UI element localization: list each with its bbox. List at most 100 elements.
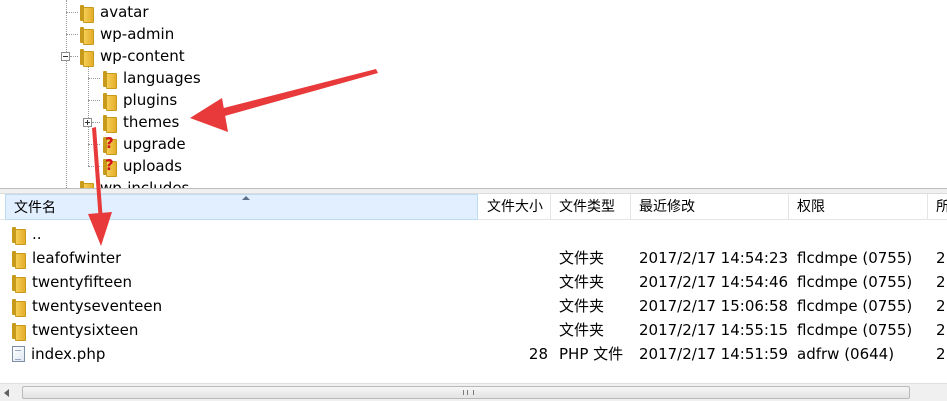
tree-line-root	[66, 0, 67, 188]
tree-item-label: plugins	[123, 91, 178, 109]
folder-icon	[12, 298, 26, 317]
unknown-folder-icon: ?	[103, 156, 117, 177]
folder-icon	[80, 48, 94, 67]
file-type: 文件夹	[559, 321, 605, 339]
file-modified: 2017/2/17 14:54:23	[639, 249, 789, 267]
column-header-owner[interactable]: 所	[928, 194, 947, 220]
file-modified: 2017/2/17 14:55:15	[639, 321, 789, 339]
file-name: ..	[32, 225, 42, 243]
file-permissions: flcdmpe (0755)	[797, 273, 913, 291]
file-owner: 2	[936, 297, 946, 315]
column-header-label: 文件大小	[487, 199, 543, 215]
tree-item-uploads[interactable]: ? uploads	[103, 155, 182, 177]
folder-icon	[12, 226, 26, 245]
file-type: 文件夹	[559, 297, 605, 315]
file-modified: 2017/2/17 15:06:58	[639, 297, 789, 315]
folder-icon	[80, 180, 94, 188]
tree-line-wp-content-children	[88, 66, 89, 166]
file-name: twentyfifteen	[32, 273, 132, 291]
file-permissions: flcdmpe (0755)	[797, 297, 913, 315]
folder-icon	[80, 26, 94, 45]
file-modified: 2017/2/17 14:51:59	[639, 345, 789, 363]
tree-line-avatar	[66, 12, 78, 13]
file-owner: 2	[936, 273, 946, 291]
folder-icon	[103, 92, 117, 111]
column-header-name[interactable]: 文件名	[5, 194, 478, 220]
sort-ascending-icon	[242, 196, 250, 200]
file-name: twentyseventeen	[32, 297, 163, 315]
file-name-cell: twentyfifteen	[12, 270, 132, 294]
column-header-label: 最近修改	[639, 199, 695, 215]
tree-item-label: uploads	[123, 157, 182, 175]
file-name: index.php	[31, 345, 106, 363]
expand-themes-toggle[interactable]	[83, 118, 92, 127]
file-list-header: 文件名 文件大小 文件类型 最近修改 权限 所	[0, 194, 947, 220]
tree-item-label: languages	[123, 69, 201, 87]
file-name: twentysixteen	[32, 321, 139, 339]
folder-icon	[12, 322, 26, 341]
file-owner: 2	[936, 345, 946, 363]
tree-item-label: upgrade	[123, 135, 186, 153]
tree-item-label: avatar	[100, 3, 149, 21]
column-header-label: 文件名	[14, 200, 56, 216]
tree-item-languages[interactable]: languages	[103, 67, 201, 89]
tree-item-avatar[interactable]: avatar	[80, 1, 149, 23]
tree-line-plugins	[88, 100, 100, 101]
tree-line-uploads	[88, 166, 100, 167]
file-type: 文件夹	[559, 273, 605, 291]
list-item[interactable]: twentysixteen 文件夹 2017/2/17 14:55:15 flc…	[0, 318, 947, 342]
tree-item-wp-includes[interactable]: wp-includes	[80, 177, 189, 188]
php-file-icon	[12, 346, 25, 362]
tree-item-label: wp-content	[100, 47, 185, 65]
list-item-parent-dir[interactable]: ..	[0, 222, 947, 246]
file-permissions: flcdmpe (0755)	[797, 321, 913, 339]
scrollbar-thumb[interactable]	[22, 386, 910, 399]
file-name-cell: ..	[12, 222, 42, 246]
horizontal-scrollbar[interactable]	[0, 383, 947, 401]
file-list[interactable]: 文件名 文件大小 文件类型 最近修改 权限 所 .. leafofwinter …	[0, 194, 947, 401]
scrollbar-grip-icon	[463, 390, 474, 395]
folder-icon	[80, 4, 94, 23]
file-type: PHP 文件	[559, 345, 624, 363]
file-permissions: adfrw (0644)	[797, 345, 895, 363]
list-item[interactable]: twentyfifteen 文件夹 2017/2/17 14:54:46 flc…	[0, 270, 947, 294]
list-item[interactable]: index.php 28 PHP 文件 2017/2/17 14:51:59 a…	[0, 342, 947, 366]
folder-icon	[12, 274, 26, 293]
column-header-modified[interactable]: 最近修改	[631, 194, 789, 220]
list-item[interactable]: leafofwinter 文件夹 2017/2/17 14:54:23 flcd…	[0, 246, 947, 270]
folder-icon	[12, 250, 26, 269]
tree-item-themes[interactable]: themes	[103, 111, 179, 133]
unknown-folder-icon: ?	[103, 134, 117, 155]
folder-icon	[103, 114, 117, 133]
file-name-cell: leafofwinter	[12, 246, 121, 270]
file-name-cell: twentysixteen	[12, 318, 138, 342]
file-owner: 2	[936, 249, 946, 267]
list-item[interactable]: twentyseventeen 文件夹 2017/2/17 15:06:58 f…	[0, 294, 947, 318]
tree-item-wp-content[interactable]: wp-content	[80, 45, 185, 67]
file-name: leafofwinter	[32, 249, 122, 267]
tree-line-themes	[92, 122, 100, 123]
tree-item-wp-admin[interactable]: wp-admin	[80, 23, 174, 45]
folder-icon	[103, 70, 117, 89]
tree-line-wp-content	[70, 56, 78, 57]
column-header-size[interactable]: 文件大小	[479, 194, 551, 220]
column-header-label: 文件类型	[559, 199, 615, 215]
column-header-label: 所	[936, 199, 947, 215]
scroll-left-arrow-icon[interactable]	[4, 389, 9, 397]
tree-line-upgrade	[88, 144, 100, 145]
tree-item-plugins[interactable]: plugins	[103, 89, 177, 111]
tree-line-languages	[88, 78, 100, 79]
file-modified: 2017/2/17 14:54:46	[639, 273, 789, 291]
file-permissions: flcdmpe (0755)	[797, 249, 913, 267]
tree-item-label: wp-admin	[100, 25, 175, 43]
tree-item-upgrade[interactable]: ? upgrade	[103, 133, 186, 155]
file-name-cell: twentyseventeen	[12, 294, 162, 318]
column-header-permissions[interactable]: 权限	[789, 194, 928, 220]
file-size: 28	[528, 345, 548, 363]
collapse-wp-content-toggle[interactable]	[61, 52, 70, 61]
tree-line-wp-admin	[66, 34, 78, 35]
column-header-type[interactable]: 文件类型	[551, 194, 631, 220]
directory-tree[interactable]: avatar wp-admin wp-content languages plu…	[0, 0, 947, 188]
column-header-label: 权限	[797, 199, 825, 215]
file-name-cell: index.php	[12, 342, 105, 366]
